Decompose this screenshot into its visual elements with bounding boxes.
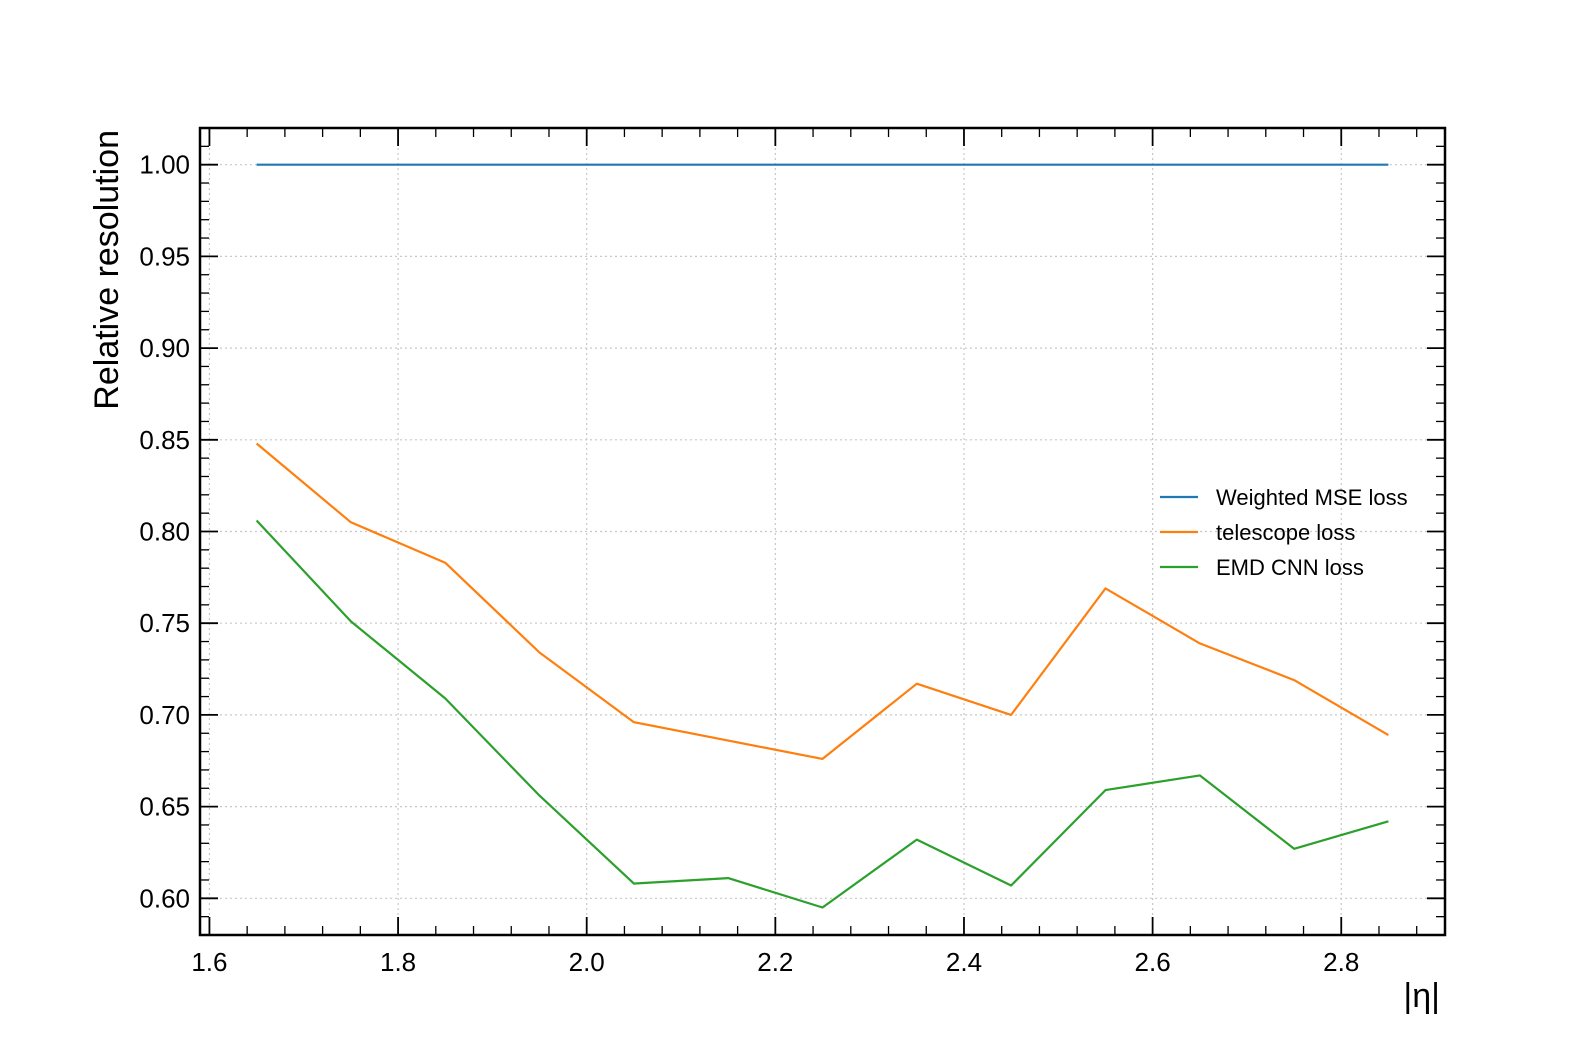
legend-label: Weighted MSE loss [1216,485,1408,510]
y-axis-label: Relative resolution [88,130,126,410]
legend-label: EMD CNN loss [1216,555,1364,580]
y-tick-label: 0.70 [139,700,190,730]
y-tick-label: 0.80 [139,517,190,547]
legend-label: telescope loss [1216,520,1355,545]
x-tick-label: 1.8 [380,947,416,977]
line-chart: 1.6 1.8 2.0 2.2 2.4 2.6 2.8 0.600.650.700.750.… [88,126,1447,1015]
x-tick-labels: 1.6 1.8 2.0 2.2 2.4 2.6 2.8 [191,947,1359,977]
x-tick-label: 2.6 [1135,947,1171,977]
x-tick-label: 2.2 [757,947,793,977]
y-tick-labels: 0.60 0.65 0.70 0.75 0.80 0.85 0.90 0.95 1.00 [139,150,190,914]
x-tick-label: 2.0 [569,947,605,977]
y-tick-label: 1.00 [139,150,190,180]
x-tick-label: 2.4 [946,947,982,977]
y-tick-label: 0.60 [139,883,190,913]
y-tick-label: 0.75 [139,608,190,638]
y-tick-label: 0.85 [139,425,190,455]
y-tick-label: 0.95 [139,241,190,271]
x-tick-label: 1.6 [191,947,227,977]
x-axis-label: |η| [1403,977,1440,1015]
x-tick-label: 2.8 [1323,947,1359,977]
legend: Weighted MSE loss telescope loss EMD CNN l… [1160,485,1408,580]
y-tick-label: 0.90 [139,333,190,363]
y-tick-label: 0.65 [139,792,190,822]
